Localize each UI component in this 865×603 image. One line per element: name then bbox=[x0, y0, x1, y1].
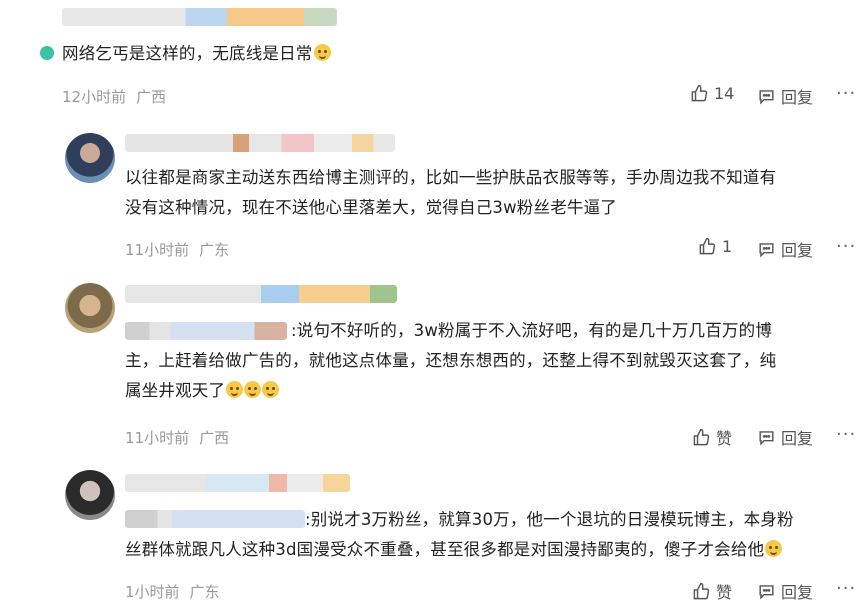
reply-bubble-icon bbox=[759, 430, 774, 446]
verified-badge-icon bbox=[38, 44, 56, 62]
username[interactable] bbox=[62, 8, 337, 26]
comment-meta: 12小时前 广西 bbox=[62, 86, 176, 107]
comment-text: :说句不好听的，3w粉属于不入流好吧，有的是几十万几百万的博 主，上赶着给做广告… bbox=[125, 321, 777, 400]
comment-text: 网络乞丐是这样的，无底线是日常 bbox=[62, 39, 331, 69]
like-button[interactable]: 1 bbox=[698, 237, 732, 256]
smile-emoji-icon bbox=[313, 44, 331, 61]
reply-bubble-icon bbox=[759, 242, 774, 258]
reply-button[interactable]: 回复 bbox=[757, 237, 813, 261]
like-button[interactable]: 赞 bbox=[692, 579, 732, 603]
username[interactable] bbox=[125, 474, 350, 492]
like-button[interactable]: 赞 bbox=[692, 425, 732, 449]
location: 广东 bbox=[189, 583, 220, 601]
reply-button[interactable]: 回复 bbox=[757, 425, 813, 449]
comment-meta: 1小时前 广东 bbox=[125, 581, 230, 602]
reply-button[interactable]: 回复 bbox=[757, 579, 813, 603]
timestamp: 1小时前 bbox=[125, 583, 180, 601]
cold-face-emoji-icon bbox=[226, 381, 244, 398]
comment-meta: 11小时前 广东 bbox=[125, 239, 239, 260]
avatar[interactable] bbox=[65, 133, 115, 183]
thumbs-up-icon bbox=[693, 582, 710, 599]
reply-button[interactable]: 回复 bbox=[757, 84, 813, 108]
thumbs-up-icon bbox=[693, 428, 710, 445]
like-button[interactable]: 14 bbox=[690, 84, 734, 103]
avatar[interactable] bbox=[65, 283, 115, 333]
location: 广西 bbox=[136, 88, 167, 106]
timestamp: 12小时前 bbox=[62, 88, 127, 106]
timestamp: 11小时前 bbox=[125, 429, 190, 447]
more-options-button[interactable]: ··· bbox=[836, 236, 856, 257]
comment-text: :别说才3万粉丝，就算30万，他一个退坑的日漫模玩博主，本身粉 丝群体就跟凡人这… bbox=[125, 510, 794, 559]
cold-face-emoji-icon bbox=[262, 381, 280, 398]
username[interactable] bbox=[125, 134, 395, 152]
more-options-button[interactable]: ··· bbox=[836, 578, 856, 599]
reply-bubble-icon bbox=[759, 89, 774, 105]
thumbs-up-icon bbox=[691, 84, 708, 102]
comment-meta: 11小时前 广西 bbox=[125, 427, 239, 448]
flushed-emoji-icon bbox=[765, 540, 783, 557]
location: 广西 bbox=[199, 429, 230, 447]
timestamp: 11小时前 bbox=[125, 241, 190, 259]
more-options-button[interactable]: ··· bbox=[836, 424, 856, 445]
avatar[interactable] bbox=[65, 470, 115, 520]
more-options-button[interactable]: ··· bbox=[836, 83, 856, 104]
location: 广东 bbox=[199, 241, 230, 259]
comment-text: 以往都是商家主动送东西给博主测评的，比如一些护肤品衣服等等，手办周边我不知道有 … bbox=[125, 168, 777, 217]
reply-bubble-icon bbox=[759, 584, 774, 600]
username[interactable] bbox=[125, 285, 397, 303]
cold-face-emoji-icon bbox=[244, 381, 262, 398]
thumbs-up-icon bbox=[699, 237, 716, 255]
